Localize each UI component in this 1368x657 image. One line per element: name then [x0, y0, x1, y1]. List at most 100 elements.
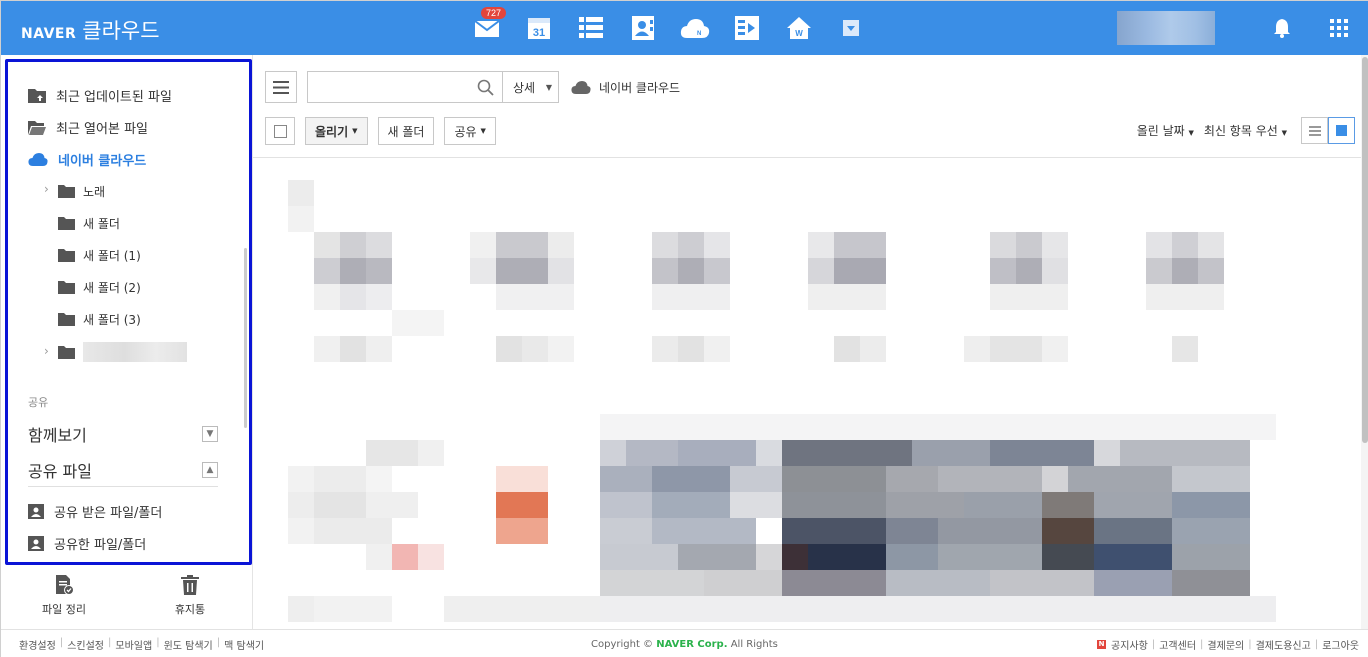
new-folder-label: 새 폴더: [387, 124, 425, 139]
list-view-button[interactable]: [1301, 117, 1328, 144]
home-icon[interactable]: W: [773, 13, 825, 43]
sidebar-item-received-shared[interactable]: 공유 받은 파일/폴더: [28, 500, 162, 522]
detail-search-select[interactable]: 상세 ▼: [503, 71, 559, 103]
main-area: 상세 ▼ 네이버 클라우드 올리기 ▼ 새 폴더 공유 ▼ 올린 날짜 ▼ 최신…: [253, 55, 1368, 629]
tree-folder-label: 새 폴더 (3): [83, 312, 141, 327]
together-view-toggle[interactable]: 함께보기 ▼: [28, 422, 218, 446]
share-section-label: 공유: [28, 396, 49, 409]
footer-links-right: N 공지사항 | 고객센터 | 결제문의 | 결제도용신고 | 로그아웃: [1097, 637, 1359, 652]
list-icon[interactable]: [565, 13, 617, 43]
select-all-checkbox[interactable]: [265, 117, 295, 145]
more-apps-icon[interactable]: [825, 13, 877, 43]
footer-link-fraud[interactable]: 결제도용신고: [1256, 637, 1311, 652]
footer-links-left: 환경설정 | 스킨설정 | 모바일앱 | 윈도 탐색기 | 맥 탐색기: [19, 637, 265, 652]
footer-link-windows-explorer[interactable]: 윈도 탐색기: [164, 637, 213, 652]
sidebar-item-recent-updated[interactable]: 최근 업데이트된 파일: [28, 84, 172, 106]
sidebar-item-recent-opened[interactable]: 최근 열어본 파일: [28, 116, 148, 138]
upload-button[interactable]: 올리기 ▼: [305, 117, 368, 145]
sidebar-item-naver-cloud[interactable]: 네이버 클라우드: [28, 148, 146, 170]
trash-button[interactable]: 휴지통: [127, 571, 253, 629]
calendar-day: 31: [533, 27, 545, 39]
chevron-up-icon[interactable]: ▲: [202, 462, 218, 478]
organize-files-label: 파일 정리: [42, 603, 86, 616]
footer-link-mac-explorer[interactable]: 맥 탐색기: [224, 637, 264, 652]
detail-search-label: 상세: [513, 80, 536, 95]
shared-files-toggle[interactable]: 공유 파일 ▲: [28, 458, 218, 482]
footer-link-support[interactable]: 고객센터: [1159, 637, 1196, 652]
chevron-right-icon[interactable]: ›: [44, 182, 49, 196]
view-toggle: [1301, 117, 1355, 144]
trash-label: 휴지통: [174, 603, 206, 616]
chevron-right-icon[interactable]: ›: [44, 344, 49, 358]
slides-icon[interactable]: [721, 13, 773, 43]
tree-folder-new[interactable]: 새 폴더: [58, 213, 120, 233]
organize-files-button[interactable]: 파일 정리: [1, 571, 127, 629]
tree-folder-label: 새 폴더 (2): [83, 280, 141, 295]
footer-copyright: Copyright © NAVER Corp. All Rights: [591, 639, 778, 650]
tree-folder-new-3[interactable]: 새 폴더 (3): [58, 309, 141, 329]
sort-by-date-dropdown[interactable]: 올린 날짜 ▼: [1137, 122, 1194, 139]
top-header: NAVER 클라우드 727 31 N W: [1, 1, 1368, 55]
grid-view-icon: [1336, 125, 1347, 136]
thumbnail-row-2: [288, 414, 1276, 622]
grid-view-button[interactable]: [1328, 117, 1355, 144]
cloud-icon: [571, 81, 591, 94]
main-scrollbar[interactable]: [1361, 55, 1368, 629]
sidebar-item-label: 네이버 클라우드: [58, 153, 147, 169]
new-folder-button[interactable]: 새 폴더: [377, 117, 435, 145]
sidebar-item-label: 공유한 파일/폴더: [54, 537, 147, 553]
together-view-label: 함께보기: [28, 426, 87, 445]
sidebar-item-my-shared[interactable]: 공유한 파일/폴더: [28, 532, 146, 554]
footer-link-logout[interactable]: 로그아웃: [1322, 637, 1359, 652]
sort-order-label: 최신 항목 우선: [1203, 124, 1278, 138]
tree-folder-new-1[interactable]: 새 폴더 (1): [58, 245, 141, 265]
cloud-icon[interactable]: N: [669, 13, 721, 43]
file-grid: [253, 158, 1359, 629]
section-divider: [28, 486, 218, 487]
caret-down-icon: ▼: [545, 82, 552, 92]
copyright-corp[interactable]: NAVER Corp.: [656, 639, 727, 650]
sort-order-dropdown[interactable]: 최신 항목 우선 ▼: [1204, 122, 1287, 139]
apps-grid-icon[interactable]: [1330, 19, 1348, 41]
contacts-icon[interactable]: [617, 13, 669, 43]
search-icon[interactable]: [477, 79, 494, 96]
folder-upload-icon: [28, 88, 46, 103]
action-toolbar: 올리기 ▼ 새 폴더 공유 ▼: [265, 117, 496, 145]
footer-link-payment[interactable]: 결제문의: [1207, 637, 1244, 652]
svg-text:W: W: [795, 29, 803, 38]
tree-folder-new-2[interactable]: 새 폴더 (2): [58, 277, 141, 297]
hamburger-icon: [273, 80, 289, 94]
search-box: [307, 71, 503, 103]
folder-icon: [58, 280, 75, 294]
sort-controls: 올린 날짜 ▼ 최신 항목 우선 ▼: [1137, 117, 1355, 144]
tree-folder-music[interactable]: 노래: [58, 181, 105, 201]
user-profile[interactable]: [1117, 11, 1215, 45]
shared-user-icon: [28, 536, 44, 551]
thumbnail-row-1: [288, 180, 1224, 362]
sort-date-label: 올린 날짜: [1136, 124, 1185, 138]
footer-link-notice[interactable]: 공지사항: [1111, 637, 1148, 652]
logo-product: 클라우드: [82, 19, 160, 43]
sidebar-scrollbar[interactable]: [244, 248, 247, 428]
sidebar-item-label: 최근 업데이트된 파일: [56, 89, 172, 105]
folder-open-icon: [28, 120, 46, 135]
svg-text:N: N: [697, 31, 701, 37]
main-scrollbar-thumb[interactable]: [1362, 57, 1368, 443]
chevron-down-icon[interactable]: ▼: [202, 426, 218, 442]
naver-cloud-logo[interactable]: NAVER 클라우드: [21, 15, 160, 45]
search-input[interactable]: [314, 80, 477, 94]
breadcrumb-current[interactable]: 네이버 클라우드: [599, 79, 680, 96]
naver-n-icon: N: [1097, 640, 1107, 649]
hamburger-menu-button[interactable]: [265, 71, 297, 103]
calendar-icon[interactable]: 31: [513, 13, 565, 43]
tree-folder-hidden[interactable]: [58, 342, 187, 362]
footer-link-mobile[interactable]: 모바일앱: [115, 637, 152, 652]
footer-link-settings[interactable]: 환경설정: [19, 637, 56, 652]
footer-link-skin[interactable]: 스킨설정: [67, 637, 104, 652]
shared-user-icon: [28, 504, 44, 519]
copyright-prefix: Copyright ©: [591, 639, 654, 650]
share-button[interactable]: 공유 ▼: [444, 117, 496, 145]
mail-icon[interactable]: 727: [461, 7, 513, 43]
thumbnail-grid-pixelated: [288, 180, 1276, 622]
bell-icon[interactable]: [1273, 18, 1291, 42]
